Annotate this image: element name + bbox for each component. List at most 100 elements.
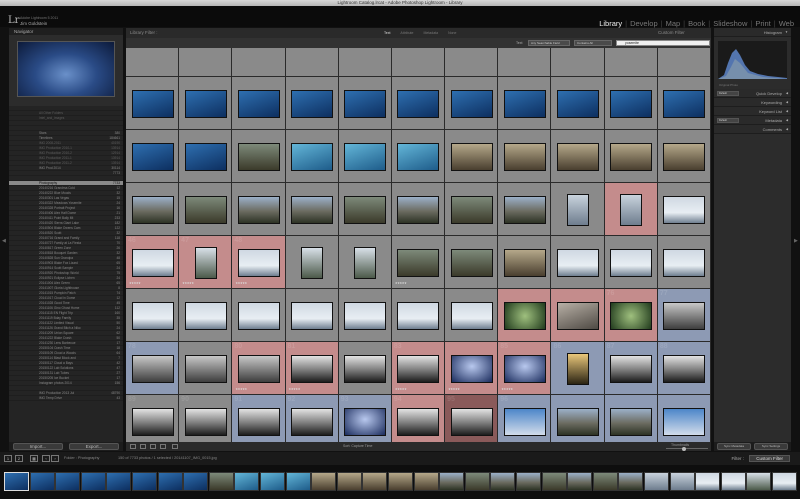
filmstrip-thumbnail[interactable] (413, 472, 439, 491)
grid-cell[interactable]: 85 ★★★★★ (498, 342, 552, 395)
photo-thumbnail[interactable] (663, 142, 706, 171)
filmstrip-thumbnail[interactable] (80, 472, 106, 491)
photo-thumbnail[interactable] (184, 195, 227, 224)
photo-thumbnail[interactable] (557, 89, 600, 118)
grid-cell[interactable]: 90 (179, 395, 233, 442)
photo-thumbnail[interactable] (131, 407, 174, 436)
photo-thumbnail[interactable] (194, 246, 217, 279)
grid-cell[interactable] (285, 236, 339, 289)
filmstrip-thumbnail[interactable] (439, 472, 465, 491)
grid-cell[interactable] (551, 289, 605, 342)
contains-all-dropdown[interactable]: Contains All (574, 40, 612, 46)
grid-cell[interactable] (338, 289, 392, 342)
photo-thumbnail[interactable] (344, 142, 387, 171)
grid-cell[interactable] (445, 183, 499, 236)
filter-option-text[interactable]: Text (384, 31, 390, 35)
photo-thumbnail[interactable] (397, 301, 440, 330)
grid-cell[interactable]: 86 (551, 342, 605, 395)
grid-cell[interactable] (232, 183, 286, 236)
survey-view-icon[interactable] (160, 444, 166, 449)
searchable-field-dropdown[interactable]: Any Searchable Field (528, 40, 570, 46)
grid-cell[interactable] (604, 48, 658, 77)
navigator-preview[interactable] (17, 41, 115, 97)
photo-thumbnail[interactable] (237, 142, 280, 171)
grid-cell[interactable] (391, 77, 446, 130)
photo-thumbnail[interactable] (237, 195, 280, 224)
photo-thumbnail[interactable] (131, 248, 174, 277)
grid-cell[interactable] (179, 183, 233, 236)
grid-cell[interactable] (604, 183, 658, 236)
photo-thumbnail[interactable] (503, 354, 546, 383)
grid-cell[interactable]: 80 ★★★★★ (232, 342, 286, 395)
photo-thumbnail[interactable] (663, 195, 706, 224)
filmstrip-thumbnail[interactable] (567, 472, 593, 491)
panel-section-metadata[interactable]: Default Metadata ◀ (714, 116, 791, 125)
grid-cell[interactable] (285, 130, 339, 183)
photo-thumbnail[interactable] (610, 248, 653, 277)
star-rating[interactable]: ★★★★★ (182, 281, 194, 285)
photo-thumbnail[interactable] (184, 354, 227, 383)
photo-thumbnail[interactable] (503, 407, 546, 436)
grid-cell[interactable] (445, 289, 499, 342)
photo-thumbnail[interactable] (503, 195, 546, 224)
panel-section-keywording[interactable]: Keywording ◀ (714, 98, 791, 107)
photo-thumbnail[interactable] (620, 193, 643, 226)
section-preset-dropdown[interactable]: Default (717, 118, 739, 123)
photo-thumbnail[interactable] (184, 142, 227, 171)
grid-cell[interactable]: 78 (126, 342, 180, 395)
grid-cell[interactable]: 83 ★★★★★ (391, 342, 446, 395)
photo-thumbnail[interactable] (397, 248, 440, 277)
grid-cell[interactable] (657, 130, 711, 183)
grid-cell[interactable] (604, 77, 658, 130)
grid-cell[interactable]: 96 (498, 395, 552, 442)
grid-cell[interactable] (657, 77, 711, 130)
filmstrip-thumbnail[interactable] (669, 472, 695, 491)
photo-thumbnail[interactable] (291, 142, 334, 171)
compare-view-icon[interactable] (150, 444, 156, 449)
photo-thumbnail[interactable] (131, 89, 174, 118)
photo-thumbnail[interactable] (291, 195, 334, 224)
grid-cell[interactable] (338, 130, 392, 183)
back-arrow-icon[interactable]: ‹ (42, 455, 50, 462)
filmstrip-thumbnail[interactable] (208, 472, 234, 491)
grid-cell[interactable] (232, 130, 286, 183)
filmstrip-thumbnail[interactable] (132, 472, 157, 491)
filmstrip-thumbnail[interactable] (592, 472, 618, 491)
grid-cell[interactable]: 48 ★★★★★ (232, 236, 286, 289)
filmstrip-thumbnail[interactable] (29, 472, 55, 491)
photo-thumbnail[interactable] (397, 89, 440, 118)
photo-thumbnail[interactable] (131, 354, 174, 383)
grid-cell[interactable] (391, 48, 446, 77)
photo-thumbnail[interactable] (450, 301, 493, 330)
photo-thumbnail[interactable] (344, 195, 387, 224)
photo-thumbnail[interactable] (184, 407, 227, 436)
photo-thumbnail[interactable] (237, 407, 280, 436)
grid-cell[interactable] (445, 130, 499, 183)
custom-filter-label[interactable]: Custom Filter (658, 30, 685, 35)
grid-cell[interactable]: 77 (657, 289, 711, 342)
loupe-view-icon[interactable] (140, 444, 146, 449)
photo-thumbnail[interactable] (344, 354, 387, 383)
grid-cell[interactable] (604, 130, 658, 183)
section-preset-dropdown[interactable]: Default (717, 91, 739, 96)
photo-thumbnail[interactable] (503, 301, 546, 330)
grid-cell[interactable] (285, 48, 339, 77)
filmstrip-thumbnail[interactable] (55, 472, 81, 491)
grid-cell[interactable] (498, 183, 552, 236)
panel-section-keyword-list[interactable]: Keyword List ◀ (714, 107, 791, 116)
photo-thumbnail[interactable] (237, 301, 280, 330)
photo-thumbnail[interactable] (503, 89, 546, 118)
grid-cell[interactable]: 94 (391, 395, 446, 442)
grid-cell[interactable] (179, 130, 233, 183)
grid-cell[interactable] (285, 289, 339, 342)
grid-cell[interactable]: 76 (604, 289, 658, 342)
grid-cell[interactable] (338, 342, 392, 395)
grid-cell[interactable] (498, 289, 552, 342)
star-rating[interactable]: ★★★★★ (448, 387, 460, 391)
painter-icon[interactable] (172, 444, 178, 449)
grid-cell[interactable] (604, 395, 658, 442)
module-slideshow[interactable]: Slideshow (713, 19, 747, 28)
grid-cell[interactable] (391, 130, 446, 183)
grid-cell[interactable]: 89 (126, 395, 180, 442)
photo-thumbnail[interactable] (237, 248, 280, 277)
